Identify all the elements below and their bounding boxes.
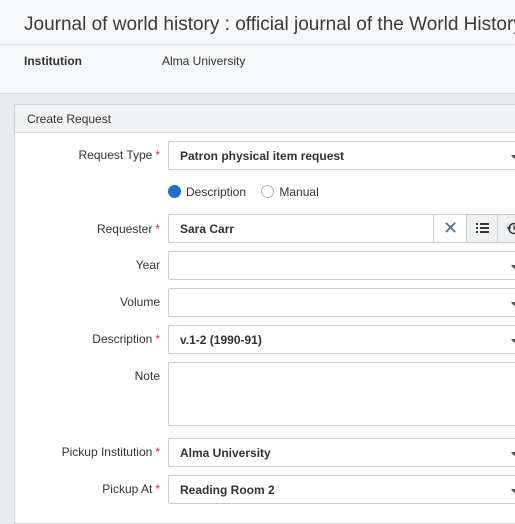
- pickup-institution-label: Pickup Institution *: [61, 445, 160, 459]
- request-type-label: Request Type *: [78, 148, 161, 162]
- header-divider: [0, 44, 515, 45]
- year-label: Year: [135, 258, 160, 272]
- note-label: Note: [134, 369, 160, 383]
- required-marker: *: [155, 482, 160, 496]
- requester-value: Sara Carr: [180, 222, 235, 236]
- request-type-select[interactable]: Patron physical item request: [168, 141, 515, 170]
- chevron-down-icon: [511, 265, 515, 269]
- description-value: v.1-2 (1990-91): [180, 333, 262, 347]
- close-icon[interactable]: ✕: [433, 215, 467, 242]
- radio-manual-label: Manual: [279, 184, 319, 199]
- volume-select[interactable]: [168, 288, 515, 317]
- chevron-down-icon: [511, 489, 515, 493]
- radio-description-label: Description: [186, 184, 247, 199]
- description-label: Description *: [92, 332, 160, 346]
- pickup-at-value: Reading Room 2: [180, 483, 275, 497]
- volume-label: Volume: [119, 295, 160, 309]
- note-textarea[interactable]: [168, 362, 515, 426]
- chevron-down-icon: [511, 302, 515, 306]
- record-header: Journal of world history : official jour…: [0, 0, 515, 94]
- pickup-at-label: Pickup At *: [102, 482, 160, 496]
- required-marker: *: [155, 445, 160, 459]
- required-marker: *: [155, 332, 160, 346]
- required-marker: *: [155, 148, 160, 162]
- pickup-institution-value: Alma University: [180, 446, 271, 460]
- requester-label: Requester *: [96, 222, 160, 236]
- list-icon[interactable]: [466, 215, 497, 242]
- radio-description[interactable]: [168, 185, 181, 199]
- request-type-value: Patron physical item request: [180, 149, 345, 163]
- pickup-at-select[interactable]: Reading Room 2: [168, 475, 515, 504]
- page-title: Journal of world history : official jour…: [24, 14, 515, 35]
- description-select[interactable]: v.1-2 (1990-91): [168, 325, 515, 354]
- required-marker: *: [155, 222, 160, 236]
- institution-value: Alma University: [162, 54, 246, 68]
- history-icon[interactable]: [497, 215, 515, 242]
- chevron-down-icon: [511, 155, 515, 159]
- chevron-down-icon: [511, 339, 515, 343]
- chevron-down-icon: [511, 452, 515, 456]
- create-request-panel: Create Request Request Type * Patron phys…: [14, 104, 515, 524]
- institution-label: Institution: [24, 54, 82, 68]
- pickup-institution-select[interactable]: Alma University: [168, 438, 515, 467]
- radio-manual[interactable]: [261, 185, 275, 199]
- panel-title: Create Request: [15, 105, 515, 133]
- year-select[interactable]: [168, 251, 515, 280]
- requester-field[interactable]: Sara Carr ✕: [168, 214, 515, 243]
- request-mode-radios: Description Manual: [168, 184, 331, 199]
